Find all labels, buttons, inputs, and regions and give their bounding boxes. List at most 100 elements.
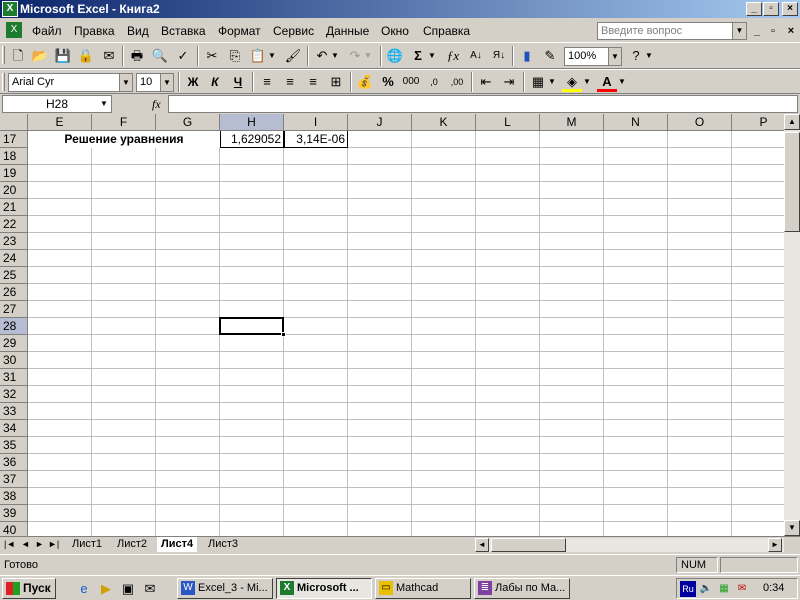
print-preview-icon[interactable]: 🔍: [150, 46, 170, 66]
column-header-G[interactable]: G: [156, 114, 220, 131]
permission-icon[interactable]: 🔒: [76, 46, 96, 66]
worksheet-grid[interactable]: E F G H I J K L M N O P 17 18 19 20 21 22 23 24 25 26 27 28 29 30…: [0, 114, 784, 536]
menu-file[interactable]: Файл: [32, 24, 62, 38]
merge-center-icon[interactable]: ⊞: [326, 72, 346, 92]
active-cell[interactable]: [219, 317, 284, 335]
row-header-19[interactable]: 19: [0, 165, 28, 182]
spelling-icon[interactable]: ✓: [173, 46, 193, 66]
fill-handle[interactable]: [281, 332, 286, 337]
autosum-dropdown-icon[interactable]: ▼: [427, 46, 437, 66]
sheet-tab-4[interactable]: Лист4: [157, 537, 198, 552]
paste-icon[interactable]: 📋: [248, 46, 268, 66]
font-color-icon[interactable]: A: [597, 72, 617, 92]
restore-button[interactable]: ▫: [763, 2, 779, 16]
fill-color-icon[interactable]: ◈: [562, 72, 582, 92]
prev-sheet-icon[interactable]: ◄: [21, 539, 30, 549]
select-all-corner[interactable]: [0, 114, 28, 131]
zoom-select[interactable]: 100% ▼: [564, 47, 622, 66]
cell-I17[interactable]: 3,14E-06: [284, 131, 348, 148]
undo-icon[interactable]: ↶: [312, 46, 332, 66]
next-sheet-icon[interactable]: ►: [35, 539, 44, 549]
decrease-indent-icon[interactable]: ⇤: [476, 72, 496, 92]
decrease-decimal-icon[interactable]: ,00: [447, 72, 467, 92]
excel-icon[interactable]: X: [2, 1, 18, 17]
column-header-K[interactable]: K: [412, 114, 476, 131]
media-player-icon[interactable]: ▶: [97, 580, 115, 598]
column-header-J[interactable]: J: [348, 114, 412, 131]
sort-desc-icon[interactable]: Я↓: [489, 46, 509, 66]
menu-view[interactable]: Вид: [127, 24, 149, 38]
paste-dropdown-icon[interactable]: ▼: [267, 46, 277, 66]
redo-dropdown-icon[interactable]: ▼: [363, 46, 373, 66]
row-header-20[interactable]: 20: [0, 182, 28, 199]
row-header-29[interactable]: 29: [0, 335, 28, 352]
document-icon[interactable]: X: [6, 22, 22, 38]
sort-asc-icon[interactable]: A↓: [466, 46, 486, 66]
column-header-P[interactable]: P: [732, 114, 784, 131]
bold-button[interactable]: Ж: [183, 72, 203, 92]
row-header-18[interactable]: 18: [0, 148, 28, 165]
fill-dropdown-icon[interactable]: ▼: [582, 72, 592, 92]
row-header-30[interactable]: 30: [0, 352, 28, 369]
menu-tools[interactable]: Сервис: [273, 24, 314, 38]
column-header-M[interactable]: M: [540, 114, 604, 131]
row-header-34[interactable]: 34: [0, 420, 28, 437]
underline-button[interactable]: Ч: [228, 72, 248, 92]
align-right-icon[interactable]: ≡: [303, 72, 323, 92]
font-size-select[interactable]: 10 ▼: [136, 73, 174, 92]
chevron-down-icon[interactable]: ▼: [119, 74, 132, 91]
name-box[interactable]: H28 ▼: [2, 95, 112, 113]
hyperlink-icon[interactable]: 🌐: [385, 46, 405, 66]
row-header-22[interactable]: 22: [0, 216, 28, 233]
function-icon[interactable]: ƒx: [443, 46, 463, 66]
chevron-down-icon[interactable]: ▼: [97, 96, 111, 112]
align-left-icon[interactable]: ≡: [257, 72, 277, 92]
row-header-23[interactable]: 23: [0, 233, 28, 250]
menu-window[interactable]: Окно: [381, 24, 409, 38]
minimize-button[interactable]: _: [746, 2, 762, 16]
clock[interactable]: 0:34: [763, 582, 784, 594]
task-labs[interactable]: ≣ Лабы по Ма...: [474, 578, 570, 599]
close-button[interactable]: ×: [782, 2, 798, 16]
column-header-I[interactable]: I: [284, 114, 348, 131]
row-header-31[interactable]: 31: [0, 369, 28, 386]
chart-icon[interactable]: ▮: [517, 46, 537, 66]
vertical-scrollbar[interactable]: ▲ ▼: [784, 114, 800, 536]
row-header-39[interactable]: 39: [0, 505, 28, 522]
column-header-F[interactable]: F: [92, 114, 156, 131]
borders-dropdown-icon[interactable]: ▼: [547, 72, 557, 92]
column-header-H[interactable]: H: [220, 114, 284, 131]
horizontal-scrollbar[interactable]: ◄ ►: [475, 538, 784, 552]
copy-icon[interactable]: ⎘: [225, 46, 245, 66]
row-header-25[interactable]: 25: [0, 267, 28, 284]
open-icon[interactable]: 📂: [30, 46, 50, 66]
format-painter-icon[interactable]: 🖌: [283, 46, 303, 66]
help-dropdown-icon[interactable]: ▼: [644, 46, 654, 66]
cell-H17[interactable]: 1,629052: [220, 131, 284, 148]
sheet-tab-1[interactable]: Лист1: [68, 537, 106, 552]
email-icon[interactable]: ✉: [99, 46, 119, 66]
font-color-dropdown-icon[interactable]: ▼: [617, 72, 627, 92]
insert-function-icon[interactable]: fx: [152, 97, 161, 112]
row-header-27[interactable]: 27: [0, 301, 28, 318]
thousands-button[interactable]: 000: [401, 72, 421, 92]
h-scroll-thumb[interactable]: [491, 538, 566, 552]
doc-minimize-button[interactable]: _: [750, 25, 764, 39]
drawing-icon[interactable]: ✎: [540, 46, 560, 66]
desktop-icon[interactable]: ▣: [119, 580, 137, 598]
scroll-left-icon[interactable]: ◄: [475, 538, 489, 552]
scroll-up-icon[interactable]: ▲: [784, 114, 800, 130]
network-icon[interactable]: ▦: [716, 581, 732, 597]
font-select[interactable]: Arial Cyr ▼: [8, 73, 133, 92]
redo-icon[interactable]: ↷: [345, 46, 365, 66]
row-header-33[interactable]: 33: [0, 403, 28, 420]
currency-icon[interactable]: 💰: [355, 72, 375, 92]
row-header-28[interactable]: 28: [0, 318, 28, 335]
row-header-21[interactable]: 21: [0, 199, 28, 216]
undo-dropdown-icon[interactable]: ▼: [330, 46, 340, 66]
row-header-26[interactable]: 26: [0, 284, 28, 301]
row-header-38[interactable]: 38: [0, 488, 28, 505]
borders-icon[interactable]: ▦: [528, 72, 548, 92]
doc-restore-button[interactable]: ▫: [766, 25, 780, 39]
new-icon[interactable]: 🗋: [8, 46, 28, 66]
